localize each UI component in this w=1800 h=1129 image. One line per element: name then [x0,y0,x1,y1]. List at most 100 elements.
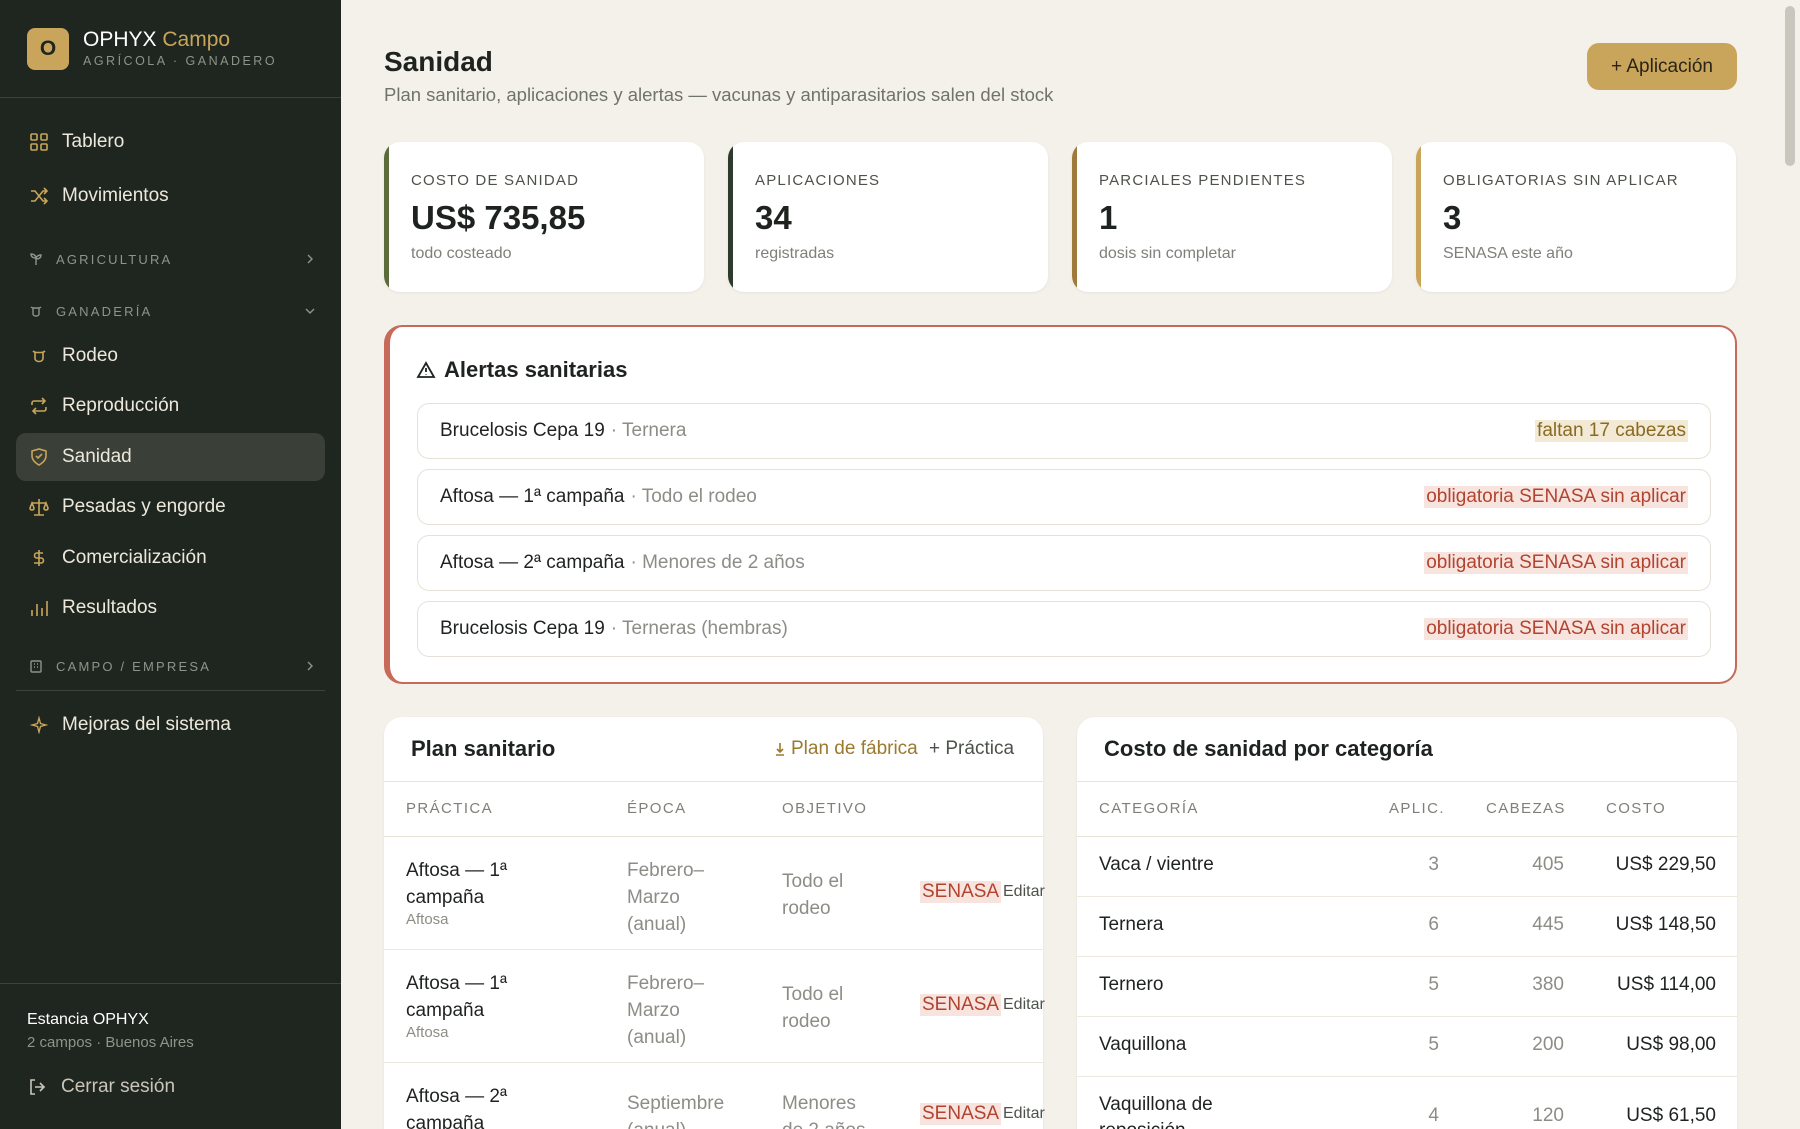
brand-logo: O [27,28,69,70]
brand-name: OPHYX Campo [83,28,230,52]
table-row[interactable]: Aftosa — 1ª campaña Aftosa Febrero–Marzo… [384,950,1045,1063]
heart-shield-icon [16,447,62,467]
sidebar-item-reproduccion[interactable]: Reproducción [16,382,325,430]
alert-name: Brucelosis Cepa 19 [440,618,605,639]
dollar-icon [16,548,62,568]
sidebar-section-agricultura[interactable]: AGRICULTURA [16,244,325,274]
aplic-count: 6 [1428,914,1439,935]
alert-row[interactable]: Aftosa — 1ª campaña · Todo el rodeo obli… [417,469,1711,525]
practica-objetivo: Todo el rodeo [782,984,844,1032]
sidebar-item-movimientos[interactable]: Movimientos [16,172,325,220]
categoria-name: Vaquillona de reposición [1099,1094,1213,1129]
table-row[interactable]: Vaquillona de reposición 4 120 US$ 61,50 [1077,1077,1737,1129]
alert-badge: obligatoria SENASA sin aplicar [1424,618,1688,640]
column-header-practica[interactable]: PRÁCTICA [406,800,493,817]
sidebar-section-ganaderia[interactable]: GANADERÍA [16,296,325,326]
practica-objetivo: Todo el rodeo [782,871,844,919]
cabezas-count: 405 [1532,854,1564,875]
logout-button[interactable]: Cerrar sesión [27,1076,175,1098]
card-header: Costo de sanidad por categoría [1077,717,1737,782]
alert-row[interactable]: Brucelosis Cepa 19 · Terneras (hembras) … [417,601,1711,657]
card-title: Plan sanitario [411,736,556,761]
page-scrollbar-thumb[interactable] [1785,6,1795,166]
bar-chart-icon [16,598,62,618]
sprout-icon [16,252,56,266]
alert-badge: obligatoria SENASA sin aplicar [1424,552,1688,574]
kpi-accent-bar [1416,142,1421,292]
alert-badge: obligatoria SENASA sin aplicar [1424,486,1688,508]
alert-name: Brucelosis Cepa 19 [440,420,605,441]
cabezas-count: 120 [1532,1105,1564,1126]
aplic-count: 5 [1428,974,1439,995]
warning-icon [416,360,436,380]
estancia-detail: 2 campos · Buenos Aires [27,1034,194,1051]
sidebar-footer: Estancia OPHYX 2 campos · Buenos Aires C… [0,983,341,1129]
download-icon [775,742,785,756]
costo-value: US$ 229,50 [1615,854,1716,875]
sidebar-item-pesadas[interactable]: Pesadas y engorde [16,483,325,531]
brand-tagline: AGRÍCOLA · GANADERO [83,54,278,68]
sidebar-section-label: GANADERÍA [56,303,153,319]
sidebar-item-sanidad[interactable]: Sanidad [16,433,325,481]
edit-button[interactable]: Editar [1003,996,1045,1014]
column-header-objetivo[interactable]: OBJETIVO [782,800,867,817]
costo-value: US$ 98,00 [1626,1034,1716,1055]
table-row[interactable]: Ternera 6 445 US$ 148,50 [1077,897,1737,957]
sidebar-item-resultados[interactable]: Resultados [16,584,325,632]
grid-icon [16,132,62,152]
column-header-costo[interactable]: COSTO [1606,800,1666,817]
alert-row[interactable]: Aftosa — 2ª campaña · Menores de 2 años … [417,535,1711,591]
sidebar-section-label: AGRICULTURA [56,251,173,267]
costo-value: US$ 61,50 [1626,1105,1716,1126]
table-row[interactable]: Vaca / vientre 3 405 US$ 229,50 [1077,837,1737,897]
table-row[interactable]: Ternero 5 380 US$ 114,00 [1077,957,1737,1017]
sidebar-item-comercializacion[interactable]: Comercialización [16,534,325,582]
aplic-count: 4 [1428,1105,1439,1126]
chevron-down-icon [295,306,325,316]
kpi-card-parciales: PARCIALES PENDIENTES 1 dosis sin complet… [1072,142,1392,292]
page-scrollbar[interactable] [1782,0,1800,1129]
kpi-value: US$ 735,85 [411,199,586,236]
kpi-label: COSTO DE SANIDAD [411,172,580,189]
kpi-value: 34 [755,199,792,236]
kpi-value: 3 [1443,199,1462,236]
edit-button[interactable]: Editar [1003,883,1045,901]
sidebar-section-campo-empresa[interactable]: CAMPO / EMPRESA [16,651,325,681]
column-header-epoca[interactable]: ÉPOCA [627,800,687,817]
cabezas-count: 200 [1532,1034,1564,1055]
practica-name: Aftosa — 2ª campaña [406,1086,508,1129]
table-row[interactable]: Vaquillona 5 200 US$ 98,00 [1077,1017,1737,1077]
brand-header: O OPHYX Campo AGRÍCOLA · GANADERO [0,0,341,98]
senasa-badge: SENASA [920,994,1002,1016]
practica-name: Aftosa — 1ª campaña [406,860,508,908]
sidebar-item-mejoras[interactable]: Mejoras del sistema [16,701,325,749]
kpi-card-costo: COSTO DE SANIDAD US$ 735,85 todo costead… [384,142,704,292]
table-row[interactable]: Aftosa — 2ª campaña Septiembre (anual) M… [384,1063,1045,1129]
practica-category: Aftosa [406,1024,449,1041]
sidebar-item-rodeo[interactable]: Rodeo [16,332,325,380]
kpi-accent-bar [728,142,733,292]
edit-button[interactable]: Editar [1003,1105,1045,1123]
sidebar-item-label: Rodeo [62,345,118,366]
kpi-card-obligatorias: OBLIGATORIAS SIN APLICAR 3 SENASA este a… [1416,142,1736,292]
column-header-aplic[interactable]: APLIC. [1389,800,1445,817]
column-header-cabezas[interactable]: CABEZAS [1486,800,1566,817]
practica-category: Aftosa [406,911,449,928]
alert-row[interactable]: Brucelosis Cepa 19 · Ternera faltan 17 c… [417,403,1711,459]
add-practica-button[interactable]: + Práctica [929,738,1014,760]
plan-de-fabrica-label: Plan de fábrica [791,738,918,759]
sidebar-item-tablero[interactable]: Tablero [16,118,325,166]
kpi-accent-bar [384,142,389,292]
sidebar-item-label: Mejoras del sistema [62,714,231,735]
plan-de-fabrica-button[interactable]: Plan de fábrica [775,738,918,760]
senasa-badge: SENASA [920,881,1002,903]
practica-name: Aftosa — 1ª campaña [406,973,508,1021]
costo-value: US$ 114,00 [1617,974,1716,995]
table-row[interactable]: Aftosa — 1ª campaña Aftosa Febrero–Marzo… [384,837,1045,950]
add-application-button[interactable]: + Aplicación [1587,43,1737,90]
alert-name: Aftosa — 1ª campaña [440,486,625,507]
column-header-categoria[interactable]: CATEGORÍA [1099,800,1199,817]
cow-icon [16,304,56,318]
building-icon [16,659,56,673]
cow-icon [16,347,62,365]
